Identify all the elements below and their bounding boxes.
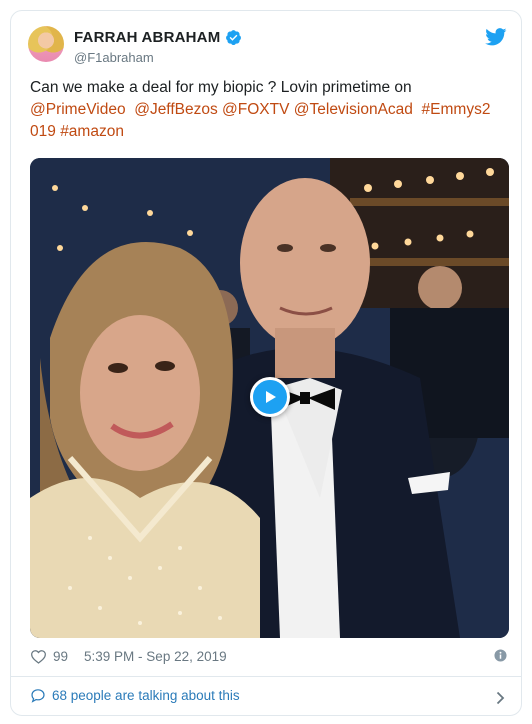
mention-primevideo[interactable]: @PrimeVideo xyxy=(30,101,126,118)
play-button[interactable] xyxy=(250,377,290,417)
conversation-label[interactable]: 68 people are talking about this xyxy=(52,688,240,703)
play-icon xyxy=(266,391,276,403)
mention-jeffbezos[interactable]: @JeffBezos xyxy=(134,101,218,118)
chevron-right-icon[interactable] xyxy=(496,691,505,705)
tweet-text: Can we make a deal for my biopic ? Lovin… xyxy=(30,77,510,143)
conversation-link[interactable]: 68 people are talking about this xyxy=(30,688,240,703)
hashtag-amazon[interactable]: #amazon xyxy=(60,123,124,140)
tweet-header: FARRAH ABRAHAM @F1abraham xyxy=(28,26,507,66)
user-handle[interactable]: @F1abraham xyxy=(74,50,154,65)
mention-televisionacad[interactable]: @TelevisionAcad xyxy=(294,101,413,118)
tweet-body: Can we make a deal for my biopic ? Lovin… xyxy=(30,79,412,96)
tweet-meta: 99 5:39 PM - Sep 22, 2019 xyxy=(30,649,227,664)
speech-bubble-icon xyxy=(31,689,45,703)
like-count[interactable]: 99 xyxy=(53,649,68,664)
info-icon[interactable] xyxy=(494,649,507,662)
avatar[interactable] xyxy=(28,26,64,62)
mention-foxtv[interactable]: @FOXTV xyxy=(222,101,289,118)
display-name[interactable]: FARRAH ABRAHAM xyxy=(74,29,220,46)
video-media[interactable] xyxy=(30,158,509,638)
timestamp[interactable]: 5:39 PM - Sep 22, 2019 xyxy=(84,649,227,664)
hashtag-emmys-part2[interactable]: 019 xyxy=(30,123,56,140)
verified-badge-icon xyxy=(226,30,242,46)
name-row: FARRAH ABRAHAM xyxy=(74,29,242,46)
heart-icon[interactable] xyxy=(30,649,47,664)
twitter-bird-icon[interactable] xyxy=(485,28,507,46)
hashtag-emmys-part1[interactable]: #Emmys2 xyxy=(422,101,491,118)
tweet-card[interactable]: FARRAH ABRAHAM @F1abraham Can we make a … xyxy=(10,10,522,716)
divider xyxy=(11,676,521,677)
